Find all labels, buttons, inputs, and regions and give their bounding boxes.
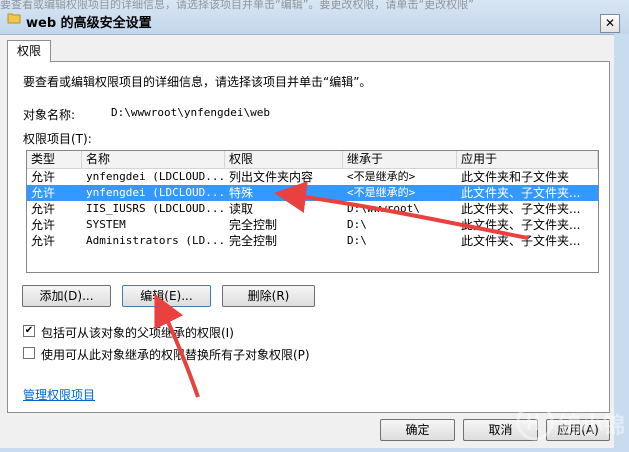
watermark-logo: 锦小锦 <box>509 396 627 450</box>
arrow-to-edit-button <box>154 293 200 398</box>
arrow-to-special-row <box>274 181 529 240</box>
annotation-arrows <box>154 181 529 398</box>
watermark-icon <box>516 403 554 441</box>
tab-permissions[interactable]: 权限 <box>7 40 51 62</box>
watermark-text: 锦小锦 <box>559 414 626 439</box>
